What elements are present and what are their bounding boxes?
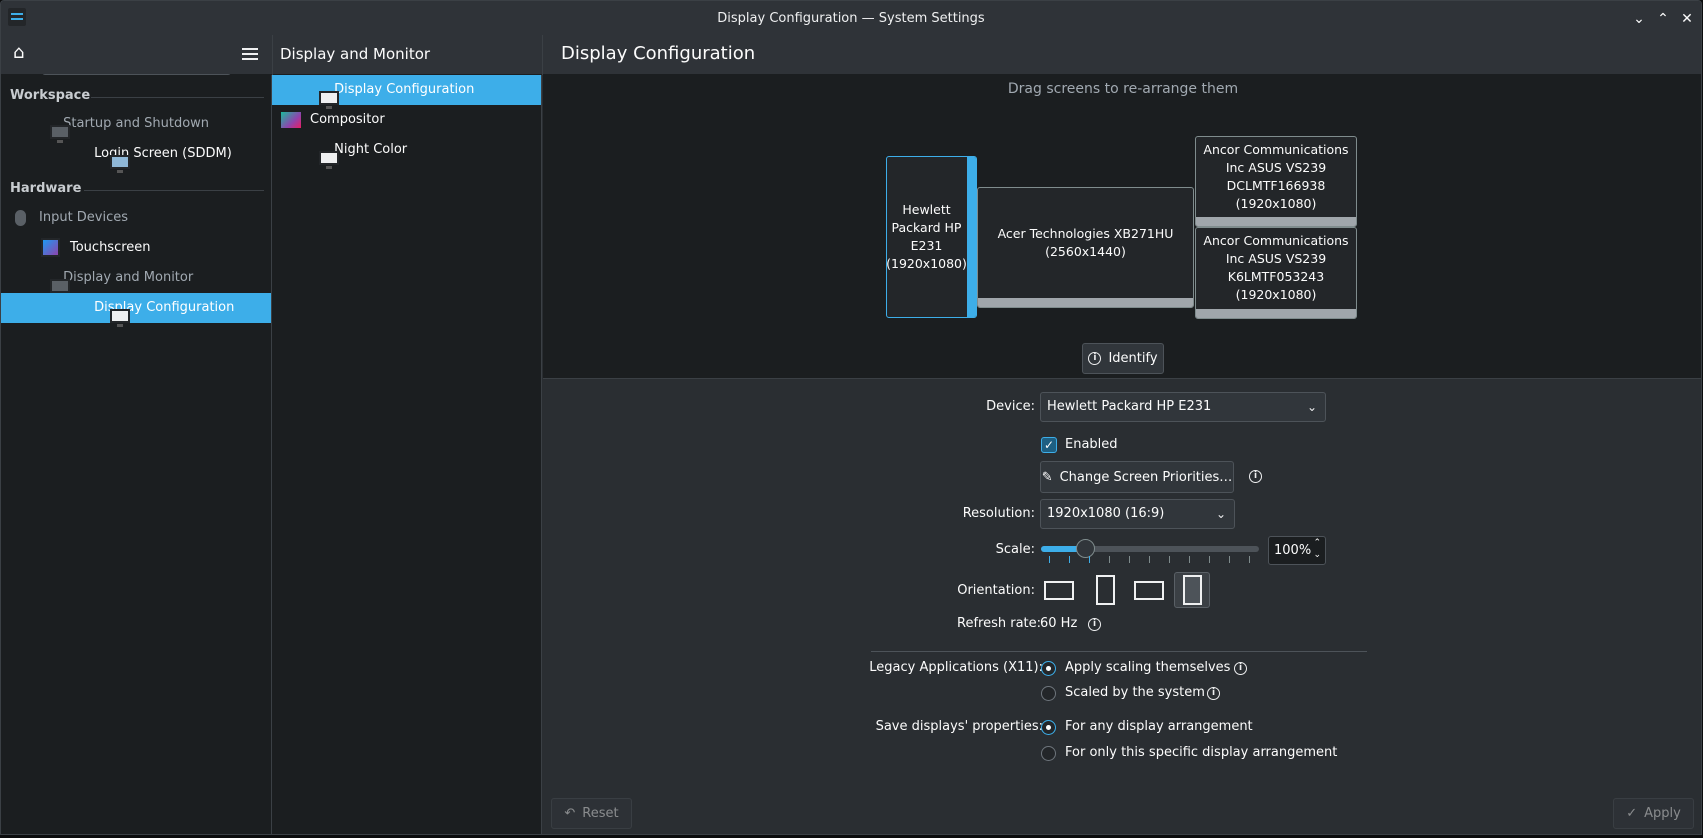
- subcategory-display-configuration[interactable]: Display Configuration: [272, 75, 541, 109]
- close-button[interactable]: ✕: [1677, 9, 1697, 29]
- change-screen-priorities-button[interactable]: ✎ Change Screen Priorities…: [1040, 461, 1234, 493]
- home-button[interactable]: ⌂: [13, 43, 33, 63]
- legacy-option-1: Scaled by the system: [1065, 685, 1205, 700]
- system-settings-window: Display Configuration — System Settings …: [0, 0, 1702, 835]
- save-specific-arrangement-radio[interactable]: [1041, 746, 1056, 761]
- separator: [871, 651, 1367, 652]
- scale-spinbox[interactable]: 100% ⌃ ⌄: [1268, 536, 1326, 565]
- compositor-icon: [281, 112, 301, 128]
- page-header: Display Configuration: [543, 35, 1701, 75]
- slider-tick: [1049, 556, 1050, 563]
- info-icon[interactable]: i: [1234, 662, 1247, 675]
- monitor-icon: [50, 278, 70, 297]
- enabled-label: Enabled: [1065, 437, 1118, 452]
- slider-tick: [1109, 556, 1110, 563]
- orientation-rotated-left-button[interactable]: [1087, 572, 1123, 608]
- monitor-asus-vs239-k6lmtf053243[interactable]: Ancor Communications Inc ASUS VS239 K6LM…: [1195, 227, 1357, 319]
- save-option-1: For only this specific display arrangeme…: [1065, 745, 1338, 760]
- monitor-hp-e231[interactable]: Hewlett Packard HP E231 (1920x1080): [886, 156, 977, 318]
- info-icon: i: [1088, 352, 1102, 365]
- slider-tick: [1249, 556, 1250, 563]
- subcategory-compositor[interactable]: Compositor: [272, 105, 541, 135]
- slider-tick: [1169, 556, 1170, 563]
- scale-label: Scale:: [995, 542, 1035, 557]
- maximize-button[interactable]: ⌃: [1653, 9, 1673, 29]
- chevron-down-icon: ⌄: [1306, 400, 1317, 414]
- legacy-apps-label: Legacy Applications (X11):: [869, 660, 1043, 675]
- checkmark-icon: ✓: [1626, 806, 1638, 821]
- slider-tick: [1069, 556, 1070, 563]
- sidebar-item-login-screen[interactable]: Login Screen (SDDM): [1, 139, 271, 173]
- drag-hint: Drag screens to re-arrange them: [1007, 81, 1239, 97]
- category-workspace: Workspace: [10, 88, 91, 103]
- slider-ticks: [1049, 556, 1251, 564]
- scale-slider[interactable]: [1041, 539, 1259, 558]
- apply-button[interactable]: ✓ Apply: [1613, 798, 1694, 829]
- sidebar-item-display-configuration[interactable]: Display Configuration: [1, 293, 271, 327]
- subcategory-night-color[interactable]: Night Color: [272, 135, 541, 169]
- orientation-upside-down-button[interactable]: [1131, 572, 1167, 608]
- page-title: Display Configuration: [561, 43, 756, 64]
- sidebar: Workspace Startup and Shutdown Login Scr…: [1, 75, 272, 834]
- refresh-rate-value: 60 Hz: [1040, 616, 1078, 631]
- resolution-combobox[interactable]: 1920x1080 (16:9) ⌄: [1040, 499, 1235, 529]
- resolution-label: Resolution:: [962, 506, 1035, 521]
- save-option-0: For any display arrangement: [1065, 719, 1253, 734]
- mouse-icon: [15, 210, 26, 226]
- chevron-down-icon: ⌄: [1215, 507, 1226, 521]
- monitor-icon: [319, 150, 339, 169]
- monitor-icon: [319, 90, 339, 109]
- monitor-acer-xb271hu[interactable]: Acer Technologies XB271HU (2560x1440): [977, 187, 1194, 308]
- identify-button[interactable]: i Identify: [1082, 343, 1164, 374]
- pencil-icon: ✎: [1041, 469, 1053, 485]
- sidebar-item-input-devices[interactable]: Input Devices: [1, 203, 271, 233]
- middle-title: Display and Monitor: [280, 45, 431, 63]
- orientation-landscape-button[interactable]: [1041, 572, 1077, 608]
- refresh-rate-label: Refresh rate:: [957, 616, 1042, 631]
- title-bar: Display Configuration — System Settings …: [1, 1, 1701, 35]
- sidebar-header: ⌂ display ✕: [1, 35, 272, 104]
- window-title: Display Configuration — System Settings: [717, 11, 985, 26]
- minimize-button[interactable]: ⌄: [1629, 9, 1649, 29]
- orientation-rotated-right-button[interactable]: [1174, 572, 1210, 608]
- priorities-info-icon[interactable]: i: [1249, 470, 1262, 483]
- spin-arrows-icon[interactable]: ⌃ ⌄: [1313, 537, 1321, 561]
- info-icon[interactable]: i: [1207, 687, 1220, 700]
- touchscreen-icon: [41, 238, 60, 257]
- save-any-arrangement-radio[interactable]: [1041, 720, 1056, 735]
- subcategory-list: Display Configuration Compositor Night C…: [272, 75, 542, 834]
- slider-tick: [1129, 556, 1130, 563]
- monitor-icon: [110, 308, 130, 327]
- category-hardware: Hardware: [10, 181, 82, 196]
- legacy-option-0: Apply scaling themselves: [1065, 660, 1231, 675]
- sidebar-item-touchscreen[interactable]: Touchscreen: [1, 233, 271, 263]
- device-combobox[interactable]: Hewlett Packard HP E231 ⌄: [1040, 392, 1326, 422]
- legacy-scaled-by-system-radio[interactable]: [1041, 686, 1056, 701]
- slider-tick: [1209, 556, 1210, 563]
- orientation-label: Orientation:: [957, 583, 1035, 598]
- sidebar-item-startup-and-shutdown[interactable]: Startup and Shutdown: [1, 109, 271, 143]
- slider-tick: [1089, 556, 1090, 563]
- slider-tick: [1229, 556, 1230, 563]
- enabled-checkbox[interactable]: ✓: [1041, 437, 1057, 453]
- slider-tick: [1189, 556, 1190, 563]
- sidebar-item-display-and-monitor[interactable]: Display and Monitor: [1, 263, 271, 297]
- device-label: Device:: [986, 399, 1035, 414]
- undo-icon: ↶: [564, 806, 576, 821]
- save-properties-label: Save displays' properties:: [875, 719, 1043, 734]
- hamburger-menu-button[interactable]: [242, 48, 258, 60]
- startup-icon: [50, 124, 70, 143]
- screen-arrangement-area: Drag screens to re-arrange them Hewlett …: [543, 75, 1701, 379]
- middle-header: Display and Monitor: [273, 35, 542, 75]
- reset-button[interactable]: ↶ Reset: [551, 798, 632, 829]
- slider-tick: [1149, 556, 1150, 563]
- login-screen-icon: [110, 154, 130, 173]
- refresh-info-icon[interactable]: i: [1088, 618, 1101, 631]
- monitor-asus-vs239-dclmtf166938[interactable]: Ancor Communications Inc ASUS VS239 DCLM…: [1195, 136, 1357, 227]
- legacy-apply-scaling-radio[interactable]: [1041, 661, 1056, 676]
